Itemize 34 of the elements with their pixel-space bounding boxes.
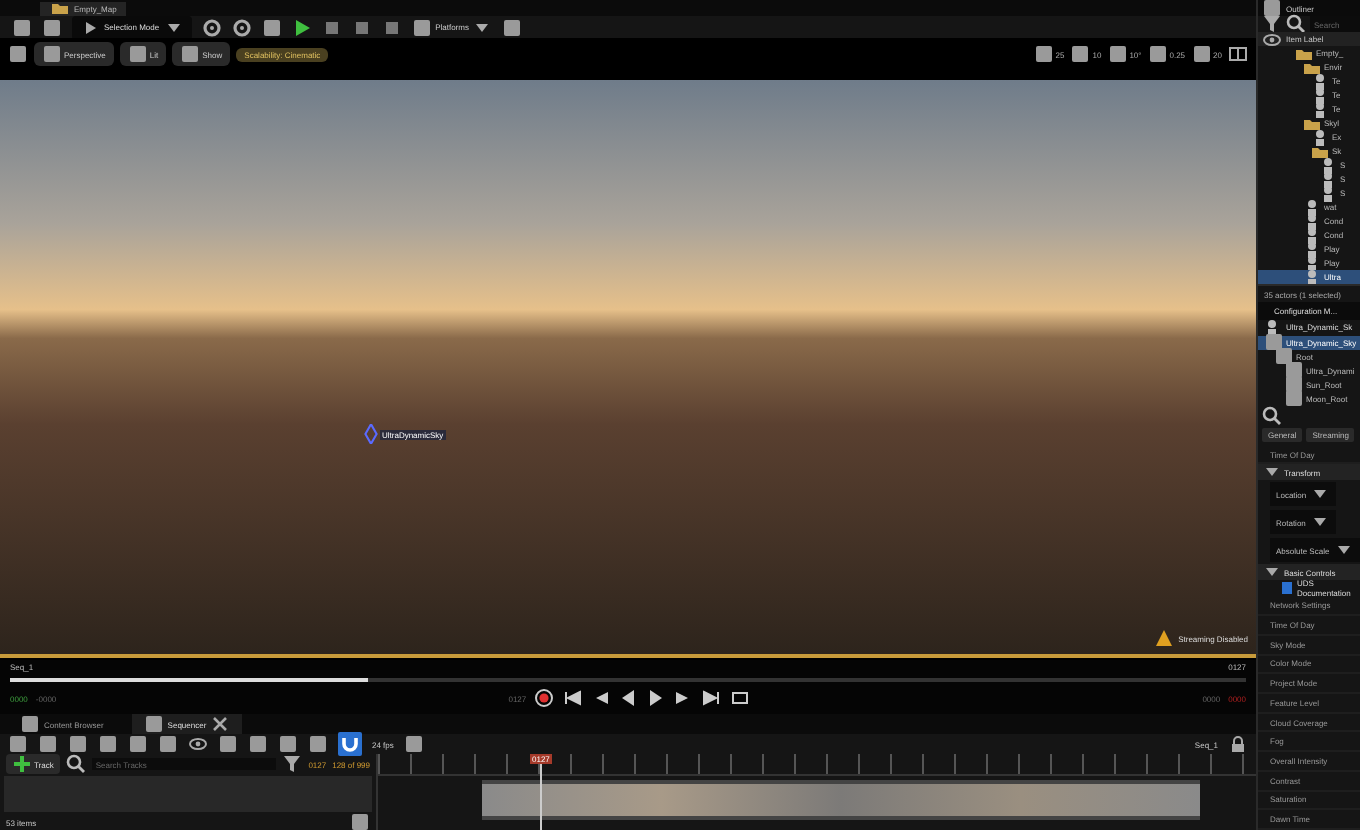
stop-icon[interactable]	[351, 17, 372, 37]
eye-icon	[1262, 29, 1282, 49]
actor-icon	[1302, 253, 1322, 273]
actor-icon	[1262, 317, 1282, 338]
actor-icon	[1302, 225, 1322, 245]
skip-end-icon[interactable]	[702, 688, 723, 708]
actor-icon	[1302, 239, 1322, 259]
eye-icon[interactable]	[188, 734, 208, 754]
checkbox[interactable]	[1282, 582, 1293, 595]
actor-icon	[1318, 183, 1338, 203]
actor-icon	[1302, 197, 1322, 217]
magnet-icon[interactable]	[340, 734, 360, 754]
actor-icon	[1310, 99, 1330, 119]
actor-icon	[1302, 211, 1322, 231]
actor-icon	[1310, 85, 1330, 105]
record-icon[interactable]	[534, 688, 555, 708]
transform-gizmo-icon	[364, 424, 378, 444]
lock-icon[interactable]	[1228, 734, 1248, 754]
actor-icon	[1302, 267, 1322, 287]
actor-icon	[1318, 155, 1338, 175]
actor-icon	[1310, 71, 1330, 91]
plus-icon	[12, 754, 32, 774]
warning-icon	[1154, 628, 1175, 648]
search-icon	[65, 754, 86, 774]
actor-icon	[1310, 127, 1330, 147]
skip-start-icon[interactable]	[562, 688, 583, 708]
play-icon[interactable]	[646, 688, 667, 708]
play-reverse-icon[interactable]	[618, 688, 639, 708]
actor-icon	[1318, 169, 1338, 189]
layout-icon[interactable]	[1228, 44, 1248, 64]
search-icon	[1286, 14, 1306, 34]
playhead-line	[539, 764, 542, 830]
close-icon[interactable]	[210, 714, 231, 734]
search-icon	[1262, 406, 1282, 427]
